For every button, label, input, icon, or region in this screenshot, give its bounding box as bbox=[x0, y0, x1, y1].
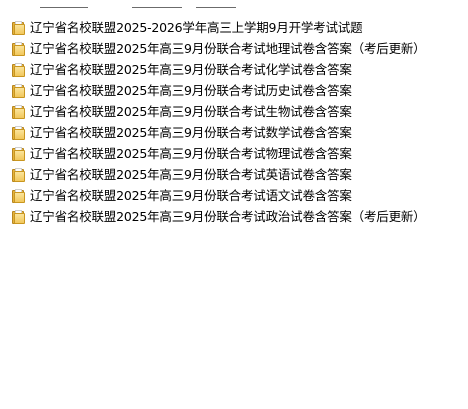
folder-name: 辽宁省名校联盟2025年高三9月份联合考试地理试卷含答案（考后更新） bbox=[30, 41, 426, 56]
folder-item[interactable]: 辽宁省名校联盟2025年高三9月份联合考试数学试卷含答案 bbox=[10, 122, 460, 143]
folder-item[interactable]: 辽宁省名校联盟2025年高三9月份联合考试历史试卷含答案 bbox=[10, 80, 460, 101]
folder-item[interactable]: 辽宁省名校联盟2025年高三9月份联合考试语文试卷含答案 bbox=[10, 185, 460, 206]
folder-name: 辽宁省名校联盟2025-2026学年高三上学期9月开学考试试题 bbox=[30, 20, 363, 35]
file-list: 辽宁省名校联盟2025-2026学年高三上学期9月开学考试试题 辽宁省名校联盟2… bbox=[10, 17, 460, 227]
folder-icon bbox=[12, 41, 25, 56]
folder-icon bbox=[12, 104, 25, 119]
folder-icon bbox=[12, 146, 25, 161]
folder-icon bbox=[12, 83, 25, 98]
folder-item[interactable]: 辽宁省名校联盟2025年高三9月份联合考试英语试卷含答案 bbox=[10, 164, 460, 185]
folder-icon bbox=[12, 62, 25, 77]
folder-icon bbox=[12, 167, 25, 182]
folder-name: 辽宁省名校联盟2025年高三9月份联合考试数学试卷含答案 bbox=[30, 125, 352, 140]
folder-icon bbox=[12, 20, 25, 35]
folder-item[interactable]: 辽宁省名校联盟2025年高三9月份联合考试政治试卷含答案（考后更新） bbox=[10, 206, 460, 227]
folder-name: 辽宁省名校联盟2025年高三9月份联合考试物理试卷含答案 bbox=[30, 146, 352, 161]
cropped-header-strip bbox=[0, 0, 468, 9]
folder-name: 辽宁省名校联盟2025年高三9月份联合考试政治试卷含答案（考后更新） bbox=[30, 209, 426, 224]
header-divider bbox=[132, 7, 182, 8]
folder-name: 辽宁省名校联盟2025年高三9月份联合考试语文试卷含答案 bbox=[30, 188, 352, 203]
folder-name: 辽宁省名校联盟2025年高三9月份联合考试生物试卷含答案 bbox=[30, 104, 352, 119]
header-divider bbox=[40, 7, 88, 8]
folder-item[interactable]: 辽宁省名校联盟2025-2026学年高三上学期9月开学考试试题 bbox=[10, 17, 460, 38]
folder-icon bbox=[12, 125, 25, 140]
folder-name: 辽宁省名校联盟2025年高三9月份联合考试化学试卷含答案 bbox=[30, 62, 352, 77]
folder-name: 辽宁省名校联盟2025年高三9月份联合考试历史试卷含答案 bbox=[30, 83, 352, 98]
folder-item[interactable]: 辽宁省名校联盟2025年高三9月份联合考试生物试卷含答案 bbox=[10, 101, 460, 122]
folder-item[interactable]: 辽宁省名校联盟2025年高三9月份联合考试物理试卷含答案 bbox=[10, 143, 460, 164]
folder-item[interactable]: 辽宁省名校联盟2025年高三9月份联合考试地理试卷含答案（考后更新） bbox=[10, 38, 460, 59]
folder-item[interactable]: 辽宁省名校联盟2025年高三9月份联合考试化学试卷含答案 bbox=[10, 59, 460, 80]
folder-icon bbox=[12, 209, 25, 224]
folder-name: 辽宁省名校联盟2025年高三9月份联合考试英语试卷含答案 bbox=[30, 167, 352, 182]
folder-icon bbox=[12, 188, 25, 203]
header-divider bbox=[196, 7, 236, 8]
